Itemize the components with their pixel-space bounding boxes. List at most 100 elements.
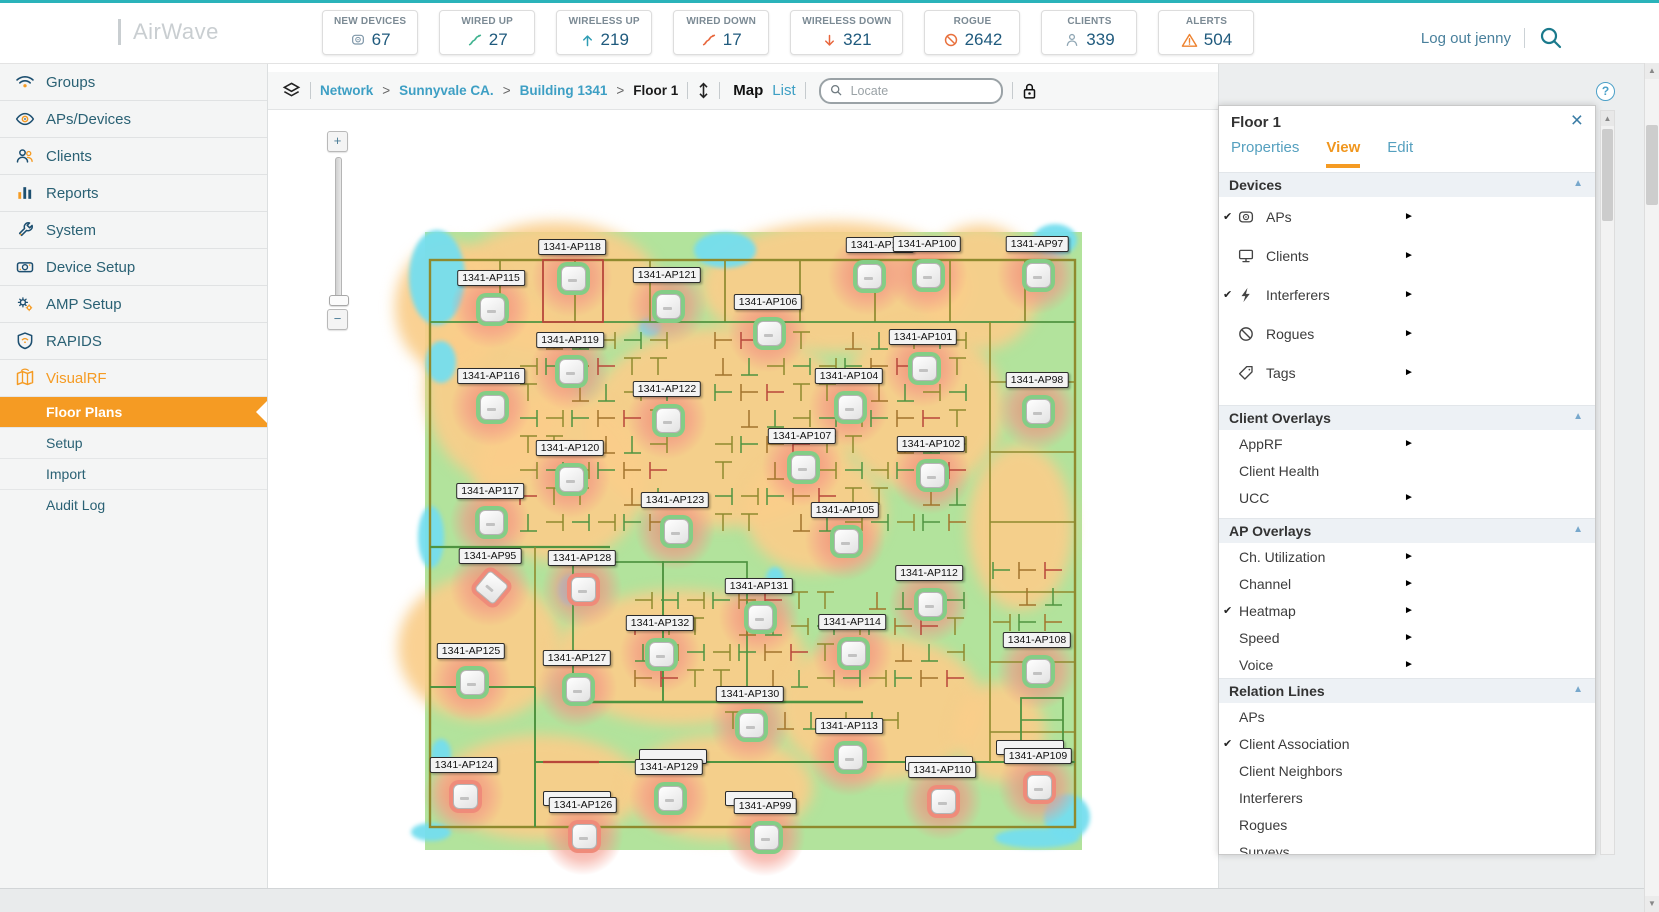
ap-marker-1341-ap120[interactable]: [558, 466, 584, 492]
ap-marker-1341-ap100[interactable]: [915, 262, 941, 288]
ap-marker-1341-ap104[interactable]: [837, 394, 863, 420]
window-scroll-down-icon[interactable]: ▼: [1645, 896, 1659, 912]
expand-arrow-icon[interactable]: ►: [1404, 551, 1414, 562]
ap-marker-1341-ap110[interactable]: [930, 788, 956, 814]
collapse-icon[interactable]: ▲: [1573, 684, 1583, 695]
ap-marker-1341-ap126[interactable]: [571, 823, 597, 849]
panel-tab-properties[interactable]: Properties: [1231, 139, 1299, 168]
horizontal-scroll-track[interactable]: [0, 888, 1644, 912]
ap-marker-1341-ap117[interactable]: [478, 509, 504, 535]
sidebar-item-system[interactable]: System: [0, 211, 267, 248]
ap-marker-1341-ap123[interactable]: [663, 518, 689, 544]
collapse-icon[interactable]: ▲: [1573, 411, 1583, 422]
locate-input[interactable]: [848, 82, 963, 99]
sidebar-item-visualrf[interactable]: VisualRF: [0, 359, 267, 396]
expand-arrow-icon[interactable]: ►: [1404, 211, 1414, 222]
stat-box-wired-up[interactable]: WIRED UP 27: [439, 10, 536, 55]
ap-marker-1341-ap118[interactable]: [560, 265, 586, 291]
ap-marker-1341-ap106[interactable]: [756, 320, 782, 346]
panel-scroll-up-icon[interactable]: ▲: [1601, 111, 1614, 126]
sidebar-item-groups[interactable]: Groups: [0, 63, 267, 100]
sidebar-item-aps-devices[interactable]: APs/Devices: [0, 100, 267, 137]
expand-arrow-icon[interactable]: ►: [1404, 632, 1414, 643]
ap-marker-1341-ap115[interactable]: [479, 296, 505, 322]
window-scroll-up-icon[interactable]: ▲: [1645, 63, 1659, 79]
window-scroll-thumb[interactable]: [1646, 125, 1658, 205]
zoom-slider-handle[interactable]: [328, 295, 349, 306]
ap-marker-1341-ap121[interactable]: [655, 293, 681, 319]
panel-row-apprf[interactable]: AppRF ►: [1219, 430, 1595, 457]
expand-arrow-icon[interactable]: ►: [1404, 289, 1414, 300]
stat-box-wireless-up[interactable]: WIRELESS UP 219: [556, 10, 653, 55]
breadcrumb-link-network[interactable]: Network: [320, 83, 373, 98]
panel-row-heatmap[interactable]: ✔ Heatmap ►: [1219, 597, 1595, 624]
sidebar-item-rapids[interactable]: RAPIDS: [0, 322, 267, 359]
sort-floors-icon[interactable]: [697, 82, 710, 99]
panel-tab-edit[interactable]: Edit: [1387, 139, 1413, 168]
panel-row-speed[interactable]: Speed ►: [1219, 624, 1595, 651]
sidebar-item-reports[interactable]: Reports: [0, 174, 267, 211]
expand-arrow-icon[interactable]: ►: [1404, 328, 1414, 339]
ap-marker-1341-ap116[interactable]: [479, 394, 505, 420]
panel-row-tags[interactable]: Tags ►: [1219, 353, 1595, 392]
floorplan-map[interactable]: 1341-AP115 1341-AP118 1341-AP121 1341-AP103…: [395, 222, 1090, 878]
ap-marker-1341-ap108[interactable]: [1025, 658, 1051, 684]
expand-arrow-icon[interactable]: ►: [1404, 250, 1414, 261]
ap-marker-1341-ap132[interactable]: [648, 641, 674, 667]
panel-row-aps[interactable]: ✔ APs ►: [1219, 197, 1595, 236]
expand-arrow-icon[interactable]: ►: [1404, 367, 1414, 378]
ap-marker-1341-ap103[interactable]: [856, 263, 882, 289]
ap-marker-1341-ap101[interactable]: [911, 355, 937, 381]
ap-marker-1341-ap113[interactable]: [837, 744, 863, 770]
breadcrumb-link-sunnyvale-ca-[interactable]: Sunnyvale CA.: [399, 83, 494, 98]
stat-box-alerts[interactable]: ALERTS 504: [1158, 10, 1255, 55]
zoom-out-button[interactable]: −: [327, 309, 348, 330]
zoom-in-button[interactable]: +: [327, 131, 348, 152]
ap-marker-1341-ap130[interactable]: [738, 712, 764, 738]
lock-icon[interactable]: [1022, 82, 1037, 100]
expand-arrow-icon[interactable]: ►: [1404, 492, 1414, 503]
panel-row-rogues[interactable]: Rogues: [1219, 811, 1595, 838]
panel-row-ucc[interactable]: UCC ►: [1219, 484, 1595, 511]
help-icon[interactable]: ?: [1596, 82, 1615, 101]
sidebar-subitem-setup[interactable]: Setup: [0, 427, 267, 458]
ap-marker-1341-ap129[interactable]: [657, 785, 683, 811]
ap-marker-1341-ap109[interactable]: [1026, 774, 1052, 800]
ap-marker-1341-ap122[interactable]: [655, 407, 681, 433]
stat-box-clients[interactable]: CLIENTS 339: [1041, 10, 1138, 55]
ap-marker-1341-ap128[interactable]: [570, 576, 596, 602]
layers-icon[interactable]: [282, 81, 301, 100]
ap-marker-1341-ap131[interactable]: [747, 604, 773, 630]
ap-marker-1341-ap119[interactable]: [558, 358, 584, 384]
breadcrumb-link-building-1341[interactable]: Building 1341: [520, 83, 608, 98]
sidebar-subitem-import[interactable]: Import: [0, 458, 267, 489]
ap-marker-1341-ap124[interactable]: [452, 783, 478, 809]
ap-marker-1341-ap105[interactable]: [833, 528, 859, 554]
panel-row-client-neighbors[interactable]: Client Neighbors: [1219, 757, 1595, 784]
panel-row-interferers[interactable]: ✔ Interferers ►: [1219, 275, 1595, 314]
panel-row-client-association[interactable]: ✔ Client Association: [1219, 730, 1595, 757]
collapse-icon[interactable]: ▲: [1573, 524, 1583, 535]
panel-row-voice[interactable]: Voice ►: [1219, 651, 1595, 678]
ap-marker-1341-ap98[interactable]: [1025, 398, 1051, 424]
panel-row-rogues[interactable]: Rogues ►: [1219, 314, 1595, 353]
sidebar-item-clients[interactable]: Clients: [0, 137, 267, 174]
expand-arrow-icon[interactable]: ►: [1404, 659, 1414, 670]
panel-row-client-health[interactable]: Client Health: [1219, 457, 1595, 484]
panel-row-channel[interactable]: Channel ►: [1219, 570, 1595, 597]
search-icon[interactable]: [1538, 25, 1564, 51]
panel-row-ch-utilization[interactable]: Ch. Utilization ►: [1219, 543, 1595, 570]
stat-box-wireless-down[interactable]: WIRELESS DOWN 321: [790, 10, 904, 55]
ap-marker-1341-ap125[interactable]: [459, 669, 485, 695]
ap-marker-1341-ap99[interactable]: [753, 824, 779, 850]
panel-row-interferers[interactable]: Interferers: [1219, 784, 1595, 811]
expand-arrow-icon[interactable]: ►: [1404, 578, 1414, 589]
panel-tab-view[interactable]: View: [1326, 139, 1361, 168]
ap-marker-1341-ap112[interactable]: [917, 591, 943, 617]
stat-box-new-devices[interactable]: NEW DEVICES 67: [322, 10, 419, 55]
sidebar-subitem-audit-log[interactable]: Audit Log: [0, 489, 267, 520]
window-scrollbar[interactable]: ▲ ▼: [1644, 63, 1659, 912]
sidebar-item-amp-setup[interactable]: AMP Setup: [0, 285, 267, 322]
ap-marker-1341-ap107[interactable]: [790, 454, 816, 480]
stat-box-rogue[interactable]: ROGUE 2642: [924, 10, 1021, 55]
